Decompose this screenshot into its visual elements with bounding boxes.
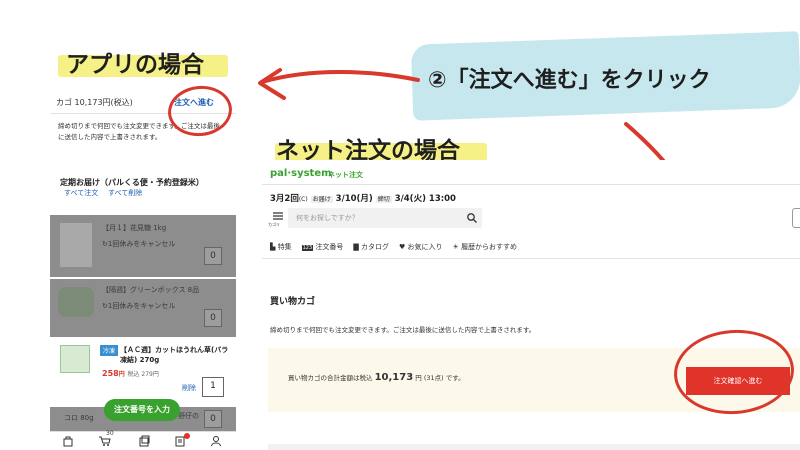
heart-icon: ♥ — [399, 243, 406, 251]
item-extra: 野仔の — [178, 412, 199, 420]
net-search-input[interactable]: 何をお探しですか？ — [288, 208, 482, 228]
net-search-placeholder: 何をお探しですか？ — [296, 214, 359, 222]
qty-box[interactable]: 0 — [204, 309, 222, 327]
qty-box[interactable]: 1 — [202, 377, 224, 397]
bulb-icon: ☀ — [452, 243, 459, 251]
tutorial-screenshot: ②「注文へ進む」をクリック アプリの場合 ネット注文の場合 カゴ 10,173円… — [0, 0, 800, 450]
product-thumbnail — [60, 345, 90, 373]
item-delete-link[interactable]: 削除 — [182, 383, 196, 393]
nav-catalog[interactable]: ▇ カタログ — [353, 242, 389, 252]
bag-icon[interactable] — [62, 435, 74, 447]
item-cancel-link[interactable]: ↻1回休みをキャンセル — [102, 239, 175, 249]
product-thumbnail — [58, 287, 94, 317]
net-round-info: 3月2回(C) お届け 3/10(月) 締切 3/4(火) 13:00 — [270, 194, 456, 204]
item-name: 【ＡＣ週】カットほうれん草(バラ凍結) 270g — [120, 346, 229, 364]
menu-icon[interactable] — [272, 210, 284, 222]
qty-box[interactable]: 0 — [204, 247, 222, 265]
nav-order-number[interactable]: 123 注文番号 — [301, 242, 343, 252]
net-cart-icon-label: カゴリ — [268, 222, 280, 227]
search-icon[interactable] — [466, 212, 478, 224]
qty-box[interactable]: 0 — [204, 410, 222, 428]
net-notice: 締め切りまで何回でも注文変更できます。ご注文は最後に送信した内容で上書きされます… — [270, 326, 536, 334]
net-cart-total: 買い物カゴの合計金額は税込 10,173 円 (31点) です。 — [288, 372, 465, 383]
catalog-icon[interactable] — [138, 435, 150, 447]
nav-favorites[interactable]: ♥ お気に入り — [399, 242, 443, 252]
cart-badge: 30 — [106, 430, 114, 437]
app-item-row: 【隔週】グリーンボックス 8品 ↻1回休みをキャンセル 0 — [50, 279, 236, 337]
order-number-icon: 123 — [301, 245, 314, 251]
item-name: 【月１】花見糖 1kg — [102, 224, 167, 232]
app-section-title: 定期お届け（パルくる便・予約登録米） — [60, 178, 204, 187]
app-item-row: 冷凍 【ＡＣ週】カットほうれん草(バラ凍結) 270g 258円 税込 279円… — [50, 339, 236, 405]
catalog-icon: ▇ — [353, 243, 359, 251]
feature-icon: ▙ — [270, 243, 276, 251]
nav-feature[interactable]: ▙ 特集 — [270, 242, 292, 252]
net-side-button[interactable] — [792, 208, 800, 228]
item-price: 258円 税込 279円 — [102, 369, 159, 378]
app-screen: カゴ 10,173円(税込) 注文へ進む 締め切りまで何回でも注文変更できます。… — [50, 85, 236, 450]
divider — [262, 184, 800, 185]
footer-band — [268, 444, 800, 450]
app-link-all-cancel[interactable]: すべて削除 — [108, 188, 142, 198]
item-cancel-link[interactable]: ↻1回休みをキャンセル — [102, 301, 175, 311]
enter-order-number-button[interactable]: 注文番号を入力 — [104, 399, 180, 421]
user-icon[interactable] — [210, 435, 222, 447]
net-cart-title: 買い物カゴ — [270, 297, 316, 307]
app-link-all-order[interactable]: すべて注文 — [64, 188, 98, 198]
product-thumbnail — [60, 223, 92, 267]
item-name: コロ 80g — [64, 414, 94, 422]
net-logo-sub: ネット注文 — [328, 171, 363, 179]
frozen-badge: 冷凍 — [100, 345, 119, 356]
app-cart-total: カゴ 10,173円(税込) — [56, 98, 133, 107]
notification-dot — [184, 433, 190, 439]
arrow-to-app — [260, 70, 420, 84]
app-item-row: 【月１】花見糖 1kg ↻1回休みをキャンセル 0 — [50, 215, 236, 277]
item-name: 【隔週】グリーンボックス 8品 — [102, 286, 200, 294]
divider — [262, 258, 800, 259]
nav-recommend[interactable]: ☀ 履歴からおすすめ — [453, 242, 518, 252]
net-logo: pal·system — [270, 168, 332, 179]
net-nav: ▙ 特集 123 注文番号 ▇ カタログ ♥ お気に入り ☀ 履歴からおすすめ — [270, 242, 517, 252]
app-bottom-nav: 30 — [50, 430, 236, 450]
arrow-to-app-head — [258, 68, 286, 100]
